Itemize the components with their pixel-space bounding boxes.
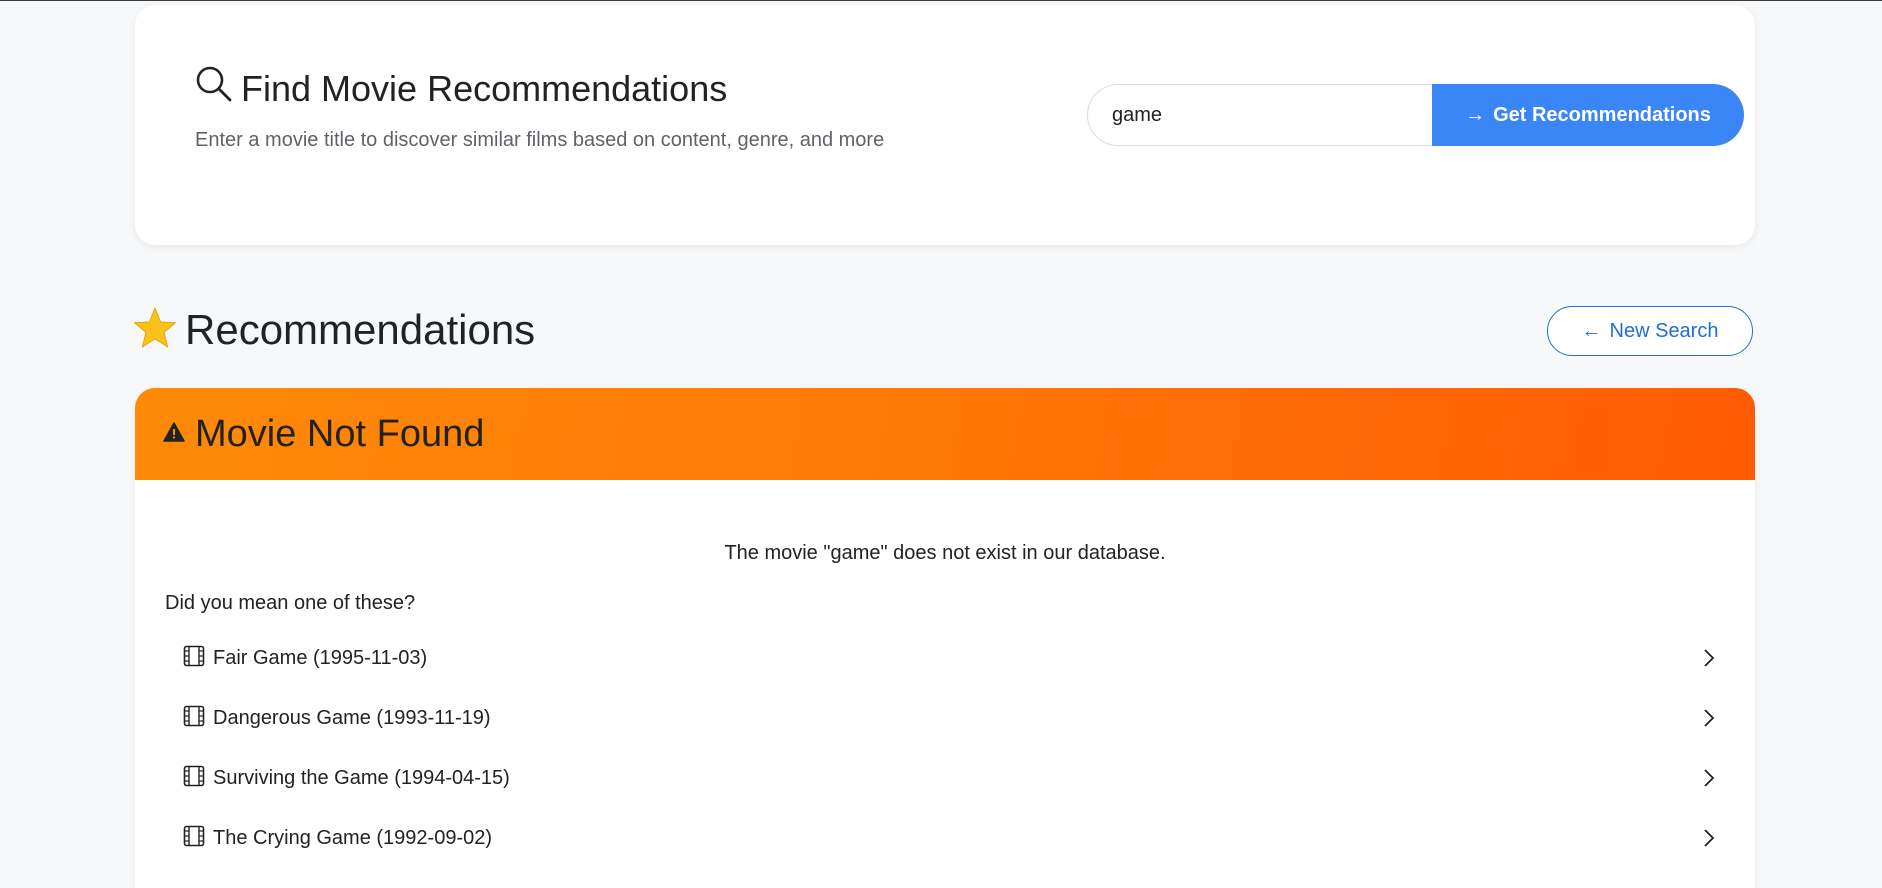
chevron-right-icon	[1703, 829, 1715, 852]
search-subtitle: Enter a movie title to discover similar …	[195, 129, 885, 151]
film-icon	[183, 645, 205, 672]
suggestion-label: Dangerous Game (1993-11-19)	[213, 706, 491, 729]
chevron-right-icon	[1703, 709, 1715, 732]
not-found-message: The movie "game" does not exist in our d…	[724, 542, 1166, 564]
suggestion-item[interactable]: The Crying Game (1992-09-02)	[183, 808, 1743, 868]
warning-icon	[163, 421, 185, 447]
recommendations-header: Recommendations	[133, 306, 535, 354]
film-icon	[183, 825, 205, 852]
suggestion-label: The Crying Game (1992-09-02)	[213, 826, 493, 849]
search-form: → Get Recommendations	[1087, 84, 1744, 146]
film-icon	[183, 765, 205, 792]
search-heading: Find Movie Recommendations	[195, 65, 727, 112]
film-icon	[183, 705, 205, 732]
get-recommendations-label: Get Recommendations	[1493, 103, 1711, 126]
movie-search-input[interactable]	[1087, 84, 1432, 146]
not-found-banner: Movie Not Found	[135, 388, 1755, 480]
new-search-label: New Search	[1609, 319, 1719, 342]
banner-title: Movie Not Found	[195, 412, 485, 455]
new-search-button[interactable]: ← New Search	[1547, 306, 1753, 356]
suggestion-item[interactable]: Fair Game (1995-11-03)	[183, 628, 1743, 688]
suggestion-label: Fair Game (1995-11-03)	[213, 646, 428, 669]
recommendations-title: Recommendations	[185, 306, 536, 353]
get-recommendations-button[interactable]: → Get Recommendations	[1432, 84, 1744, 146]
search-card: Find Movie Recommendations Enter a movie…	[135, 5, 1755, 245]
window-top-border	[0, 0, 1882, 1]
arrow-left-icon: ←	[1581, 319, 1602, 342]
star-icon	[133, 307, 177, 354]
search-title: Find Movie Recommendations	[241, 67, 728, 109]
suggestion-label: Surviving the Game (1994-04-15)	[213, 766, 510, 789]
search-icon	[195, 65, 241, 112]
suggestion-item[interactable]: Surviving the Game (1994-04-15)	[183, 748, 1743, 808]
chevron-right-icon	[1703, 769, 1715, 792]
arrow-right-icon: →	[1465, 103, 1486, 126]
did-you-mean-label: Did you mean one of these?	[165, 592, 416, 614]
chevron-right-icon	[1703, 649, 1715, 672]
result-card: Movie Not Found The movie "game" does no…	[135, 388, 1755, 888]
suggestion-item[interactable]: Dangerous Game (1993-11-19)	[183, 688, 1743, 748]
suggestion-list: Fair Game (1995-11-03) Dangerous Game (1…	[183, 628, 1743, 868]
